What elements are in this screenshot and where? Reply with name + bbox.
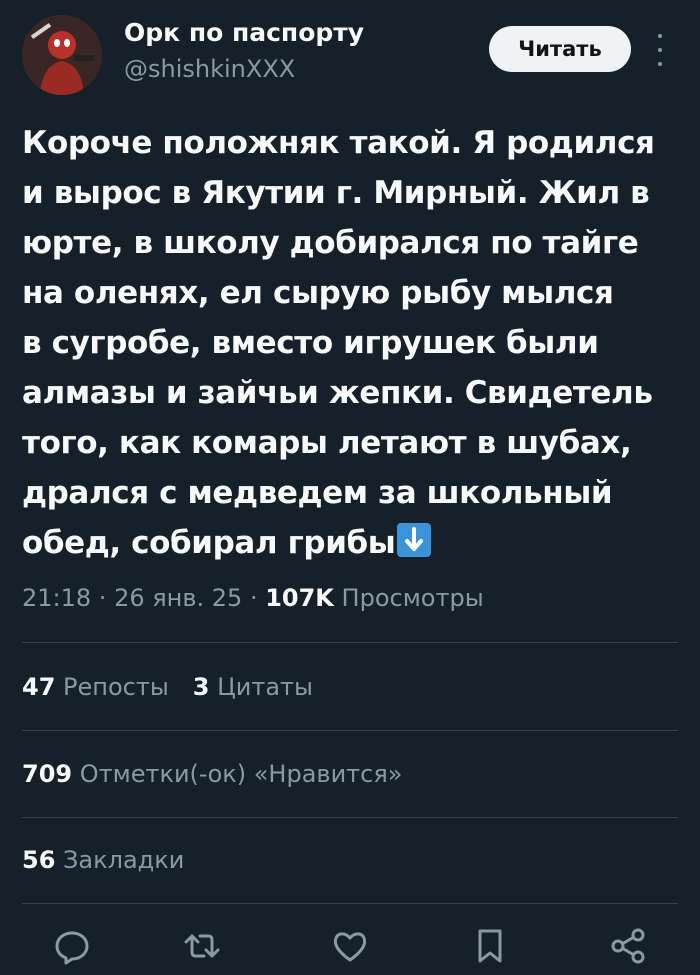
divider	[22, 642, 678, 643]
divider	[22, 730, 678, 731]
quotes-label: Цитаты	[209, 673, 313, 701]
views-label: Просмотры	[333, 584, 484, 612]
tweet-line-last: обед, собирал грибы	[22, 518, 682, 568]
likes-stat[interactable]: 709 Отметки(-ок) «Нравится»	[22, 760, 402, 788]
retweet-icon[interactable]	[182, 926, 222, 966]
quotes-stat[interactable]: 3 Цитаты	[193, 673, 313, 701]
repost-quote-stats: 47 Репосты 3 Цитаты	[22, 673, 313, 701]
tweet-line: и вырос в Якутии г. Мирный. Жил в	[22, 175, 650, 211]
author-handle[interactable]: @shishkinXXX	[124, 55, 295, 83]
tweet-date[interactable]: 26 янв. 25	[114, 584, 242, 612]
reposts-count: 47	[22, 673, 56, 701]
views-count: 107K	[265, 584, 334, 612]
share-icon[interactable]	[608, 926, 648, 966]
tweet-line: Короче положняк такой. Я родился	[22, 125, 655, 161]
tweet-line: на оленях, ел сырую рыбу мылся	[22, 275, 614, 311]
tweet-line: юрте, в школу добирался по тайге	[22, 225, 639, 261]
bookmarks-count: 56	[22, 846, 56, 874]
tweet-time[interactable]: 21:18	[22, 584, 91, 612]
follow-button[interactable]: Читать	[489, 26, 631, 72]
likes-label: Отметки(-ок) «Нравится»	[72, 760, 403, 788]
reposts-label: Репосты	[55, 673, 169, 701]
tweet-line: алмазы и зайчьи жепки. Свидетель	[22, 375, 653, 411]
tweet-text: Короче положняк такой. Я родился и вырос…	[22, 118, 682, 568]
bookmark-icon[interactable]	[470, 926, 510, 966]
reply-icon[interactable]	[52, 926, 92, 966]
tweet-meta: 21:18 · 26 янв. 25 · 107K Просмотры	[22, 584, 484, 612]
avatar[interactable]	[22, 15, 102, 95]
tweet-line-text: обед, собирал грибы	[22, 525, 396, 561]
bookmarks-label: Закладки	[55, 846, 185, 874]
quotes-count: 3	[192, 673, 210, 701]
author-display-name[interactable]: Орк по паспорту	[124, 18, 364, 47]
meta-separator: ·	[242, 584, 266, 612]
reposts-stat[interactable]: 47 Репосты	[22, 673, 169, 701]
action-bar	[0, 918, 700, 968]
tweet-line: дрался с медведем за школьный	[22, 475, 613, 511]
likes-count: 709	[22, 760, 73, 788]
more-options-icon[interactable]	[655, 34, 665, 66]
tweet-line: того, как комары летают в шубах,	[22, 425, 632, 461]
meta-separator: ·	[91, 584, 115, 612]
tweet-line: в сугробе, вместо игрушек были	[22, 325, 599, 361]
bookmarks-stat[interactable]: 56 Закладки	[22, 846, 184, 874]
divider	[22, 817, 678, 818]
down-arrow-emoji-icon	[397, 523, 432, 557]
divider	[22, 903, 678, 904]
like-icon[interactable]	[330, 926, 370, 966]
